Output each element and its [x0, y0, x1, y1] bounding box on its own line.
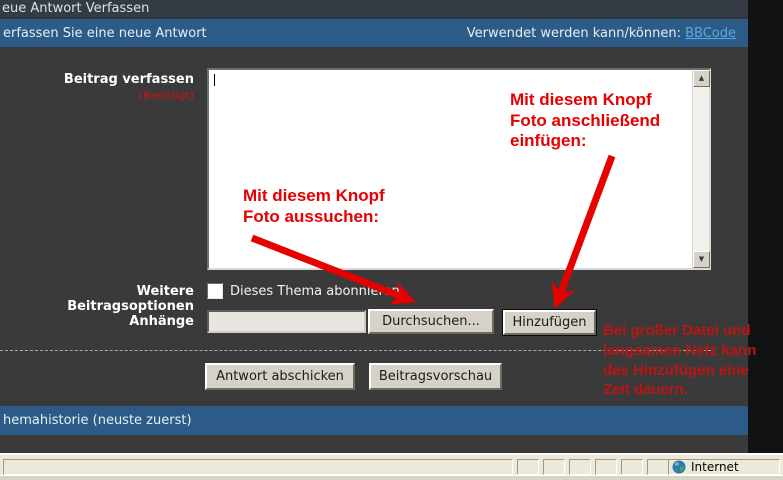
- submit-reply-button[interactable]: Antwort abschicken: [205, 363, 355, 390]
- internet-globe-icon: [672, 460, 686, 474]
- status-pane: [543, 459, 565, 475]
- options-label: Weitere Beitragsoptionen: [18, 284, 194, 314]
- subscribe-label: Dieses Thema abonnieren: [230, 284, 400, 299]
- message-required-label: (Benötigt): [18, 89, 194, 102]
- annotation-pick-photo: Mit diesem Knopf Foto aussuchen:: [243, 186, 385, 227]
- scroll-down-icon[interactable]: ▼: [693, 251, 710, 268]
- browser-viewport: eue Antwort Verfassen erfassen Sie eine …: [0, 0, 783, 480]
- textarea-scrollbar[interactable]: ▲ ▼: [692, 70, 709, 268]
- annotation-insert-photo: Mit diesem Knopf Foto anschließend einfü…: [510, 90, 660, 152]
- status-pane: [595, 459, 617, 475]
- status-pane: [517, 459, 539, 475]
- preview-button[interactable]: Beitragsvorschau: [369, 363, 502, 390]
- form-header-bar: erfassen Sie eine neue Antwort Verwendet…: [0, 19, 748, 47]
- form-header-title: erfassen Sie eine neue Antwort: [3, 26, 207, 41]
- topic-history-bar: hemahistorie (neuste zuerst): [0, 406, 748, 435]
- browse-button[interactable]: Durchsuchen...: [368, 309, 494, 334]
- attachments-label: Anhänge: [18, 314, 194, 329]
- window-bottom-edge: [0, 475, 783, 480]
- add-attachment-button[interactable]: Hinzufügen: [503, 310, 596, 335]
- section-title: eue Antwort Verfassen: [2, 1, 149, 16]
- security-zone-pane: Internet: [668, 459, 780, 475]
- bbcode-link[interactable]: BBCode: [685, 26, 736, 41]
- browser-status-bar: Internet: [0, 453, 783, 480]
- status-message-pane: [3, 459, 513, 475]
- status-pane: [621, 459, 643, 475]
- text-caret: [214, 74, 215, 86]
- subscribe-checkbox[interactable]: [207, 283, 223, 299]
- security-zone-label: Internet: [691, 460, 739, 474]
- message-label: Beitrag verfassen: [18, 72, 194, 87]
- topic-history-title: hemahistorie (neuste zuerst): [3, 413, 192, 428]
- status-pane: [569, 459, 591, 475]
- annotation-upload-note: Bei großer Datei und langsamen Netz kann…: [603, 321, 771, 400]
- section-title-bar: eue Antwort Verfassen: [0, 0, 748, 18]
- scroll-up-icon[interactable]: ▲: [693, 70, 710, 87]
- status-pane: [647, 459, 669, 475]
- attachment-filename-input[interactable]: [207, 310, 366, 333]
- allowed-markup-info: Verwendet werden kann/können: BBCode: [467, 26, 736, 41]
